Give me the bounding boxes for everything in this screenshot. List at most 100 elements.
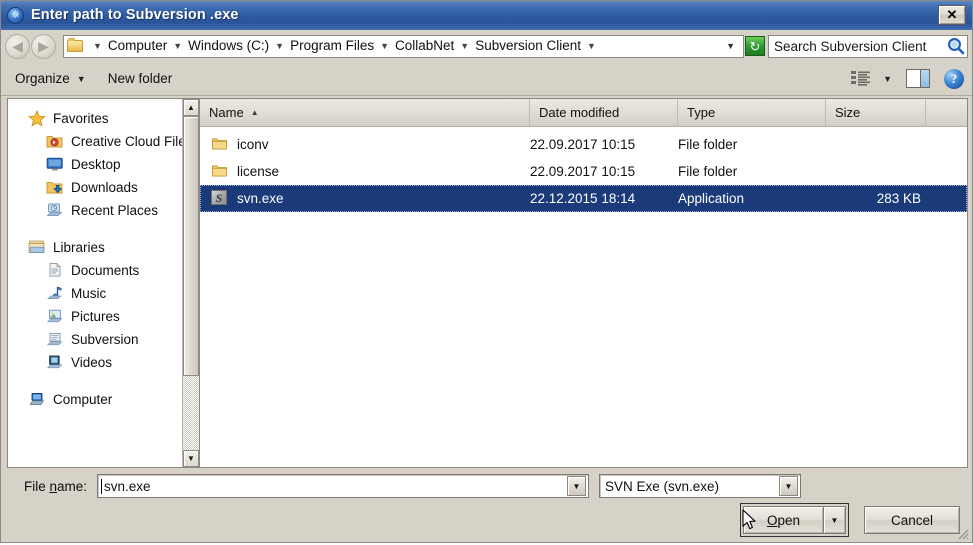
cancel-button[interactable]: Cancel bbox=[864, 506, 960, 534]
breadcrumb-separator[interactable]: ▼ bbox=[88, 41, 107, 51]
downloads-folder-icon bbox=[46, 179, 64, 196]
breadcrumb-item-program-files[interactable]: Program Files bbox=[289, 37, 375, 55]
folder-icon bbox=[67, 38, 84, 53]
refresh-button[interactable]: ↻ bbox=[745, 36, 765, 56]
folder-icon bbox=[211, 136, 229, 153]
back-arrow-icon[interactable]: ◀ bbox=[5, 33, 30, 59]
file-open-dialog: ✵ Enter path to Subversion .exe ✕ ◀ ▶ ▼ … bbox=[0, 0, 973, 543]
address-bar[interactable]: ▼ Computer ▼ Windows (C:) ▼ Program File… bbox=[63, 34, 744, 58]
column-header-type[interactable]: Type bbox=[678, 99, 826, 126]
sidebar-label: Favorites bbox=[53, 111, 109, 126]
breadcrumb-item-subversion-client[interactable]: Subversion Client bbox=[474, 37, 582, 55]
scrollbar-thumb[interactable] bbox=[183, 116, 199, 376]
breadcrumb-item-windows-c[interactable]: Windows (C:) bbox=[187, 37, 270, 55]
scrollbar-track[interactable] bbox=[183, 116, 199, 450]
star-icon bbox=[28, 109, 46, 127]
file-name-label: File name: bbox=[11, 479, 97, 494]
sidebar-label: Creative Cloud Files bbox=[71, 134, 182, 149]
column-headers: Name ▲ Date modified Type Size bbox=[200, 99, 967, 127]
search-input[interactable]: Search Subversion Client bbox=[768, 34, 968, 58]
pictures-library-icon bbox=[46, 308, 64, 325]
breadcrumb-separator[interactable]: ▼ bbox=[270, 41, 289, 51]
breadcrumb-separator[interactable]: ▼ bbox=[168, 41, 187, 51]
open-dropdown-button[interactable]: ▼ bbox=[823, 506, 846, 534]
music-library-icon bbox=[46, 285, 64, 302]
column-header-date-modified[interactable]: Date modified bbox=[530, 99, 678, 126]
sidebar-label: Pictures bbox=[71, 309, 120, 324]
dialog-buttons: Open ▼ Cancel bbox=[11, 503, 962, 537]
sidebar-item-documents[interactable]: Documents bbox=[8, 259, 182, 282]
close-button[interactable]: ✕ bbox=[938, 5, 966, 25]
sort-ascending-icon: ▲ bbox=[250, 108, 259, 117]
breadcrumb-item-computer[interactable]: Computer bbox=[107, 37, 168, 55]
file-name-dropdown-button[interactable]: ▼ bbox=[567, 476, 586, 496]
sidebar-item-music[interactable]: Music bbox=[8, 282, 182, 305]
breadcrumb-separator[interactable]: ▼ bbox=[582, 41, 601, 51]
column-header-name-label: Name bbox=[209, 105, 244, 120]
magnifier-icon[interactable] bbox=[945, 36, 967, 57]
file-name-cell: license bbox=[200, 163, 530, 180]
sidebar-label: Computer bbox=[53, 392, 113, 407]
file-name-label-pre: File bbox=[23, 478, 50, 494]
scroll-down-button[interactable]: ▼ bbox=[183, 450, 199, 467]
sidebar-item-videos[interactable]: Videos bbox=[8, 351, 182, 374]
sidebar-item-libraries[interactable]: Libraries bbox=[8, 236, 182, 259]
breadcrumb-separator[interactable]: ▼ bbox=[455, 41, 474, 51]
sidebar-item-downloads[interactable]: Downloads bbox=[8, 176, 182, 199]
sidebar-label: Documents bbox=[71, 263, 140, 278]
address-history-dropdown-icon[interactable]: ▼ bbox=[722, 41, 741, 51]
open-button[interactable]: Open bbox=[743, 506, 823, 534]
file-type-dropdown-button[interactable]: ▼ bbox=[779, 476, 798, 496]
sidebar-item-favorites[interactable]: Favorites bbox=[8, 107, 182, 130]
navigation-scrollbar[interactable]: ▲ ▼ bbox=[182, 99, 199, 467]
breadcrumb-item-collabnet[interactable]: CollabNet bbox=[394, 37, 455, 55]
file-date-cell: 22.09.2017 10:15 bbox=[530, 137, 636, 152]
organize-button[interactable]: Organize ▼ bbox=[15, 71, 86, 86]
sidebar-item-recent-places[interactable]: Recent Places bbox=[8, 199, 182, 222]
sidebar-item-creative-cloud-files[interactable]: Creative Cloud Files bbox=[8, 130, 182, 153]
view-chevron-down-icon[interactable]: ▼ bbox=[883, 74, 892, 84]
subversion-logo-icon: ✵ bbox=[7, 6, 24, 24]
preview-pane-icon[interactable] bbox=[906, 69, 930, 88]
svn-exe-icon: S bbox=[211, 190, 229, 207]
file-name-cell: S svn.exe bbox=[200, 190, 530, 207]
file-name-input-value: svn.exe bbox=[104, 478, 151, 494]
table-row[interactable]: iconv 22.09.2017 10:15 File folder bbox=[200, 131, 967, 158]
organize-label: Organize bbox=[15, 71, 70, 86]
folder-icon bbox=[211, 163, 229, 180]
scroll-up-button[interactable]: ▲ bbox=[183, 99, 199, 116]
desktop-icon bbox=[46, 156, 64, 173]
address-bar-row: ◀ ▶ ▼ Computer ▼ Windows (C:) ▼ Program … bbox=[1, 30, 972, 62]
scrollbar-track-lower[interactable] bbox=[183, 376, 199, 450]
title-bar: ✵ Enter path to Subversion .exe ✕ bbox=[1, 1, 972, 30]
sidebar-item-desktop[interactable]: Desktop bbox=[8, 153, 182, 176]
table-row[interactable]: license 22.09.2017 10:15 File folder bbox=[200, 158, 967, 185]
forward-arrow-icon[interactable]: ▶ bbox=[31, 33, 56, 59]
sidebar-item-computer[interactable]: Computer bbox=[8, 388, 182, 411]
creative-cloud-folder-icon bbox=[46, 133, 64, 150]
column-header-name[interactable]: Name ▲ bbox=[200, 99, 530, 126]
help-icon[interactable]: ? bbox=[944, 68, 964, 89]
new-folder-button[interactable]: New folder bbox=[108, 71, 173, 86]
file-type-cell: File folder bbox=[678, 137, 738, 152]
column-header-size[interactable]: Size bbox=[826, 99, 926, 126]
view-controls: ▼ ? bbox=[850, 68, 964, 89]
column-header-filler bbox=[926, 99, 967, 126]
sidebar-item-pictures[interactable]: Pictures bbox=[8, 305, 182, 328]
subversion-library-icon bbox=[46, 331, 64, 348]
recent-places-icon bbox=[46, 202, 64, 219]
view-options-icon[interactable] bbox=[850, 70, 872, 88]
libraries-icon bbox=[28, 239, 46, 256]
sidebar-label: Libraries bbox=[53, 240, 105, 255]
breadcrumb-separator[interactable]: ▼ bbox=[375, 41, 394, 51]
window-title: Enter path to Subversion .exe bbox=[31, 7, 239, 23]
file-list-pane: Name ▲ Date modified Type Size iconv 22.… bbox=[199, 98, 968, 468]
file-name-input[interactable]: svn.exe ▼ bbox=[97, 474, 589, 498]
sidebar-item-subversion[interactable]: Subversion bbox=[8, 328, 182, 351]
navigation-pane: Favorites Creative Cloud Files Desktop D… bbox=[7, 98, 199, 468]
file-name-text: iconv bbox=[237, 137, 269, 152]
table-row[interactable]: S svn.exe 22.12.2015 18:14 Application 2… bbox=[200, 185, 967, 212]
file-type-select[interactable]: SVN Exe (svn.exe) ▼ bbox=[599, 474, 801, 498]
file-date-cell: 22.09.2017 10:15 bbox=[530, 164, 636, 179]
dialog-body: Favorites Creative Cloud Files Desktop D… bbox=[1, 96, 972, 468]
